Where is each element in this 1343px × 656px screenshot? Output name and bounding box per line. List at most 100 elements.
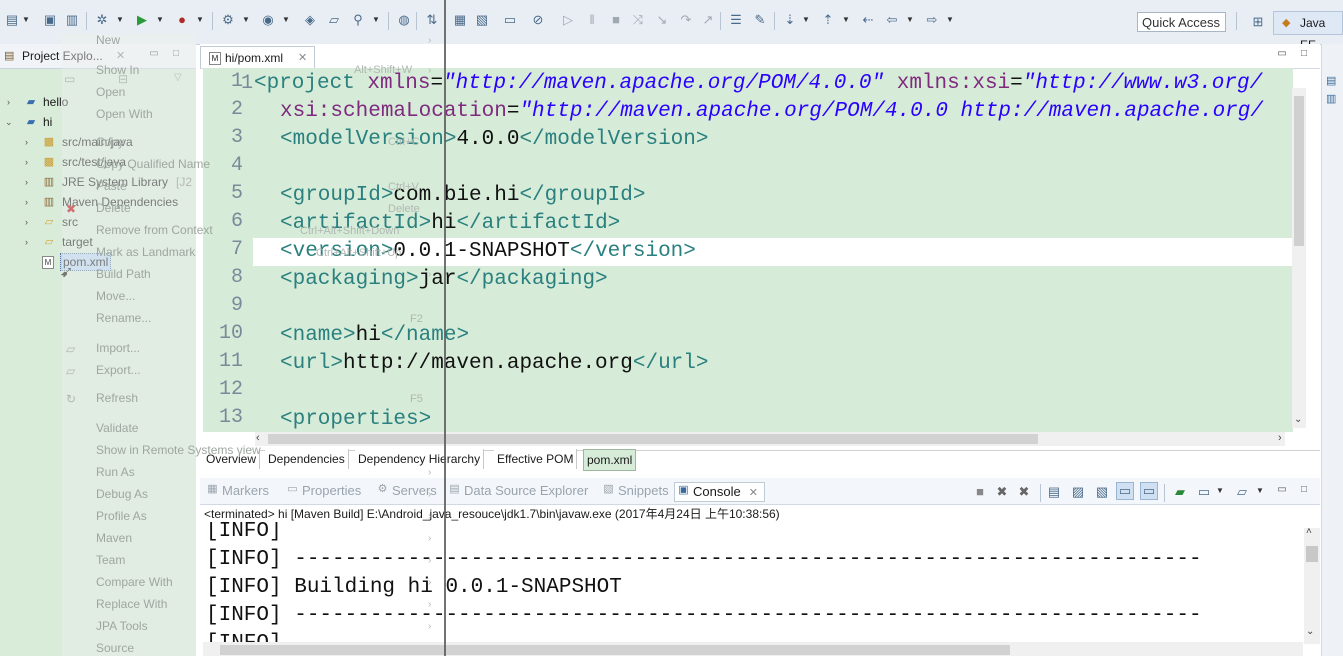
menu-item-mark-as-landmark[interactable]: Mark as Landmark (96, 244, 195, 260)
menu-item-refresh[interactable]: Refresh (96, 390, 138, 406)
menu-item-show-in-remote-systems[interactable]: Show in Remote Systems view (96, 442, 261, 458)
expand-icon[interactable]: › (7, 92, 17, 112)
toggle-mark-icon[interactable]: ✎ (752, 12, 768, 28)
menu-item-replace-with[interactable]: Replace With (96, 596, 167, 612)
forward-icon[interactable]: ⇨ (924, 12, 940, 28)
run-dropdown-icon[interactable]: ▼ (156, 13, 164, 27)
menu-item-open-with[interactable]: Open With (96, 106, 153, 122)
new-server-icon[interactable]: ⚙ (220, 12, 236, 28)
menu-item-delete[interactable]: Delete (96, 200, 131, 216)
back-icon[interactable]: ⇦ (884, 12, 900, 28)
forward-dropdown-icon[interactable]: ▼ (946, 13, 954, 27)
tab-snippets[interactable]: ▧ Snippets (600, 482, 668, 500)
menu-item-jpa-tools[interactable]: JPA Tools (96, 618, 148, 634)
open-console-dropdown-icon[interactable]: ▼ (1256, 484, 1264, 498)
menu-item-debug-as[interactable]: Debug As (96, 486, 148, 502)
expand-icon[interactable]: › (25, 212, 35, 232)
run-icon[interactable]: ▶ (134, 12, 150, 28)
expand-icon[interactable]: › (25, 152, 35, 172)
menu-item-remove-from-context[interactable]: Remove from Context (96, 222, 213, 238)
scroll-right-icon[interactable]: › (1278, 432, 1282, 444)
open-perspective-icon[interactable]: ⊞ (1250, 14, 1266, 30)
menu-item-show-in[interactable]: Show In (96, 62, 139, 78)
quick-access-input[interactable]: Quick Access (1137, 12, 1226, 32)
minimize-icon[interactable]: ▭ (1276, 484, 1288, 496)
step-into-icon[interactable]: ↘ (654, 12, 670, 28)
menu-item-rename[interactable]: Rename... (96, 310, 151, 326)
scroll-lock-icon[interactable]: ▨ (1070, 484, 1086, 500)
new-dropdown-icon[interactable]: ▼ (22, 13, 30, 27)
disconnect-icon[interactable]: ⤨ (630, 12, 646, 28)
skip-breakpoints-icon[interactable]: ⊘ (530, 12, 546, 28)
scroll-down-icon[interactable]: ⌄ (1306, 626, 1314, 637)
menu-item-paste[interactable]: Paste (96, 178, 127, 194)
tab-effective-pom[interactable]: Effective POM (494, 449, 578, 469)
previous-annotation-icon[interactable]: ⇡ (820, 12, 836, 28)
external-tools-dropdown-icon[interactable]: ▼ (196, 13, 204, 27)
editor-vertical-scroll-thumb[interactable] (1294, 96, 1304, 246)
open-type-icon[interactable]: ◈ (302, 12, 318, 28)
console-vertical-scroll-thumb[interactable] (1306, 546, 1318, 562)
suspend-icon[interactable]: ‖ (584, 12, 600, 28)
java-class-dropdown-icon[interactable]: ▼ (282, 13, 290, 27)
remove-launch-icon[interactable]: ✖ (994, 484, 1010, 500)
maximize-icon[interactable]: □ (1298, 48, 1310, 60)
debug-dropdown-icon[interactable]: ▼ (116, 13, 124, 27)
menu-item-compare-with[interactable]: Compare With (96, 574, 173, 590)
menu-item-profile-as[interactable]: Profile As (96, 508, 147, 524)
editor-horizontal-scroll-thumb[interactable] (268, 434, 1038, 444)
terminate-icon[interactable]: ■ (972, 484, 988, 500)
tab-dependencies[interactable]: Dependencies (265, 449, 349, 469)
list-icon[interactable]: ☰ (728, 12, 744, 28)
scroll-down-icon[interactable]: ⌄ (1294, 414, 1302, 425)
save-all-icon[interactable]: ▥ (64, 12, 80, 28)
tab-data-source-explorer[interactable]: ▤ Data Source Explorer (446, 482, 588, 500)
close-icon[interactable]: ✕ (749, 487, 758, 499)
tab-console[interactable]: ▣ Console ✕ (674, 482, 765, 502)
menu-item-copy-qualified-name[interactable]: Copy Qualified Name (96, 156, 210, 172)
debug-icon[interactable]: ✲ (94, 12, 110, 28)
step-over-icon[interactable]: ↷ (678, 12, 694, 28)
clear-console-icon[interactable]: ▤ (1046, 484, 1062, 500)
last-edit-icon[interactable]: ⇠ (860, 12, 876, 28)
search-dropdown-icon[interactable]: ▼ (372, 13, 380, 27)
menu-item-maven[interactable]: Maven (96, 530, 132, 546)
menu-item-import[interactable]: Import... (96, 340, 140, 356)
previous-annotation-dropdown-icon[interactable]: ▼ (842, 13, 850, 27)
menu-item-export[interactable]: Export... (96, 362, 141, 378)
annotation-icon[interactable]: ▦ (452, 12, 468, 28)
new-java-class-icon[interactable]: ◉ (260, 12, 276, 28)
menu-item-source[interactable]: Source (96, 640, 134, 656)
menu-item-validate[interactable]: Validate (96, 420, 138, 436)
tab-properties[interactable]: ▭ Properties (284, 482, 361, 500)
next-annotation-icon[interactable]: ⇣ (782, 12, 798, 28)
console-output[interactable]: [INFO] [INFO] --------------------------… (203, 522, 1303, 656)
menu-item-run-as[interactable]: Run As (96, 464, 135, 480)
back-dropdown-icon[interactable]: ▼ (906, 13, 914, 27)
task-list-icon[interactable]: ▥ (1326, 92, 1336, 105)
task-icon[interactable]: ▧ (474, 12, 490, 28)
show-console-on-stdout-icon[interactable]: ▭ (1116, 482, 1134, 500)
menu-item-copy[interactable]: Copy (96, 134, 124, 150)
terminate-icon[interactable]: ■ (608, 12, 624, 28)
console-horizontal-scroll-thumb[interactable] (220, 645, 1010, 655)
expand-icon[interactable]: › (25, 232, 35, 252)
remove-all-terminated-icon[interactable]: ✖ (1016, 484, 1032, 500)
open-folder-icon[interactable]: ▱ (326, 12, 342, 28)
console-view-icon[interactable]: ▭ (502, 12, 518, 28)
pin-console-icon[interactable]: ▰ (1172, 484, 1188, 500)
maximize-icon[interactable]: □ (1298, 484, 1310, 496)
menu-item-build-path[interactable]: Build Path (96, 266, 151, 282)
step-return-icon[interactable]: ↗ (700, 12, 716, 28)
expand-icon[interactable]: › (25, 132, 35, 152)
java-ee-perspective-button[interactable]: ◆ Java EE (1273, 11, 1343, 52)
minimize-icon[interactable]: ▭ (1276, 48, 1288, 60)
scroll-up-icon[interactable]: ˄ (1306, 526, 1312, 537)
menu-item-new[interactable]: New (96, 32, 120, 48)
collapse-icon[interactable]: ⌄ (5, 112, 15, 132)
tab-dependency-hierarchy[interactable]: Dependency Hierarchy (355, 449, 485, 469)
close-icon[interactable]: ✕ (298, 47, 307, 69)
expand-icon[interactable]: › (25, 192, 35, 212)
open-console-icon[interactable]: ▱ (1234, 484, 1250, 500)
next-annotation-dropdown-icon[interactable]: ▼ (802, 13, 810, 27)
